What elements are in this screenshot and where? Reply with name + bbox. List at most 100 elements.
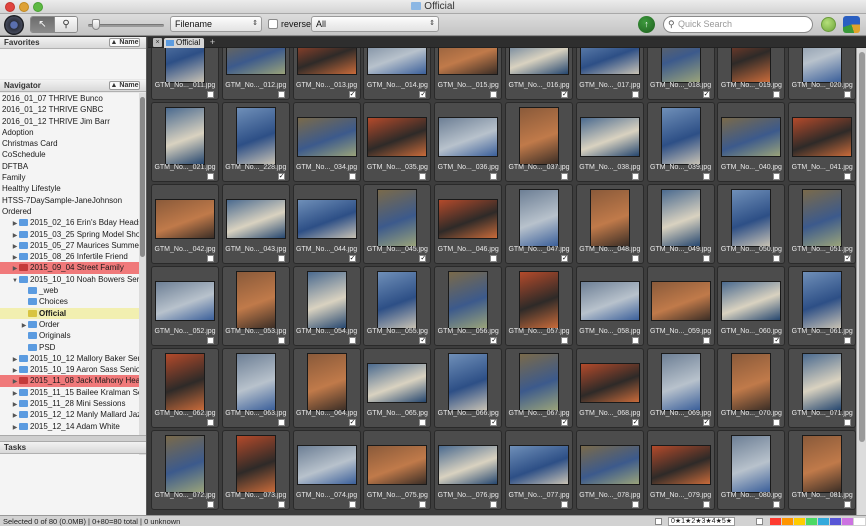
navigator-item[interactable]: 2016_01_12 THRIVE Jim Barr (0, 116, 139, 127)
sort-select[interactable]: Filename ⇕ (170, 16, 262, 32)
photo-thumbnail[interactable] (306, 353, 347, 411)
thumbnail-cell[interactable]: GTM_No..._056.jpg ✓ (434, 266, 503, 346)
photo-thumbnail[interactable] (519, 271, 559, 329)
disclosure-open-icon[interactable]: ▼ (11, 276, 19, 285)
thumbnail-cell[interactable]: GTM_No..._069.jpg ✓ (646, 348, 715, 428)
thumbnail-checkbox[interactable] (490, 501, 498, 508)
photo-thumbnail[interactable] (731, 48, 772, 83)
disclosure-closed-icon[interactable]: ▶ (11, 423, 19, 432)
thumbnail-cell[interactable]: GTM_No..._050.jpg (717, 184, 786, 264)
thumbnail-checkbox[interactable] (419, 501, 427, 508)
navigator-item[interactable]: 2016_01_12 THRIVE GNBC (0, 104, 139, 115)
thumbnail-cell[interactable]: GTM_No..._052.jpg (151, 266, 219, 346)
app-logo-icon[interactable] (4, 15, 24, 35)
thumbnail-cell[interactable]: GTM_No..._049.jpg (646, 184, 715, 264)
reverse-checkbox[interactable] (268, 19, 278, 29)
zoom-window-button[interactable] (33, 2, 43, 12)
thumbnail-checkbox[interactable] (277, 337, 285, 344)
thumbnail-cell[interactable]: GTM_No..._034.jpg (292, 102, 361, 182)
thumbnail-cell[interactable]: GTM_No..._039.jpg (646, 102, 715, 182)
thumbnail-cell[interactable]: GTM_No..._076.jpg (434, 430, 503, 510)
thumbnail-checkbox[interactable] (348, 173, 356, 180)
thumbnail-checkbox[interactable] (773, 91, 781, 98)
disclosure-closed-icon[interactable]: ▶ (11, 366, 19, 375)
thumbnail-checkbox[interactable] (844, 501, 852, 508)
thumbnail-checkbox[interactable] (348, 337, 356, 344)
photo-thumbnail[interactable] (509, 445, 569, 485)
photo-thumbnail[interactable] (438, 117, 499, 157)
thumbnail-cell[interactable]: GTM_No..._040.jpg (717, 102, 786, 182)
photo-thumbnail[interactable] (721, 281, 782, 321)
photo-thumbnail[interactable] (579, 445, 640, 485)
thumbnail-checkbox[interactable] (277, 91, 285, 98)
thumbnail-cell[interactable]: GTM_No..._068.jpg ✓ (575, 348, 644, 428)
thumbnail-cell[interactable]: GTM_No..._058.jpg (575, 266, 644, 346)
photo-thumbnail[interactable] (225, 48, 286, 75)
thumbnail-cell[interactable]: GTM_No..._015.jpg (434, 48, 503, 100)
navigator-item[interactable]: ▶ 2015_11_15 Bailee Kralman Senior (0, 387, 139, 398)
navigator-item[interactable]: Christmas Card (0, 138, 139, 149)
photo-thumbnail[interactable] (660, 107, 701, 165)
thumbnail-cell[interactable]: GTM_No..._066.jpg ✓ (434, 348, 503, 428)
thumbnail-checkbox[interactable] (631, 501, 639, 508)
thumbnail-checkbox[interactable] (773, 173, 781, 180)
thumbnail-checkbox[interactable] (631, 255, 639, 262)
app-launcher-icon[interactable] (843, 16, 860, 33)
disclosure-closed-icon[interactable]: ▶ (11, 242, 19, 251)
thumbnail-cell[interactable]: GTM_No..._021.jpg (151, 102, 219, 182)
disclosure-closed-icon[interactable]: ▶ (11, 400, 19, 409)
thumbnail-checkbox[interactable] (419, 173, 427, 180)
color-label-swatch[interactable] (770, 518, 781, 525)
thumbnail-checkbox[interactable] (207, 501, 214, 508)
thumbnail-checkbox[interactable] (773, 419, 781, 426)
thumbnail-cell[interactable]: GTM_No..._011.jpg (151, 48, 219, 100)
thumbnail-cell[interactable]: GTM_No..._019.jpg (717, 48, 786, 100)
photo-thumbnail[interactable] (519, 353, 559, 411)
thumbnail-cell[interactable]: GTM_No..._046.jpg (434, 184, 503, 264)
photo-thumbnail[interactable] (731, 189, 772, 247)
navigator-item[interactable]: Adoption (0, 127, 139, 138)
thumbnail-checkbox[interactable] (844, 337, 852, 344)
thumbnail-checkbox[interactable]: ✓ (561, 255, 568, 262)
thumbnail-cell[interactable]: GTM_No..._047.jpg ✓ (505, 184, 573, 264)
photo-thumbnail[interactable] (235, 353, 276, 411)
thumbnail-checkbox[interactable] (631, 173, 639, 180)
photo-thumbnail[interactable] (721, 117, 782, 157)
thumbnail-cell[interactable]: GTM_No..._014.jpg ✓ (363, 48, 432, 100)
thumbnail-checkbox[interactable] (207, 91, 214, 98)
thumbnail-checkbox[interactable] (773, 501, 781, 508)
photo-thumbnail[interactable] (579, 363, 640, 403)
thumbnail-checkbox[interactable] (207, 255, 214, 262)
thumbnail-checkbox[interactable]: ✓ (348, 91, 356, 98)
photo-thumbnail[interactable] (792, 117, 853, 157)
navigator-item[interactable]: ▶ 2015_05_27 Maurices Summer M (0, 240, 139, 251)
thumbnail-checkbox[interactable] (844, 91, 852, 98)
thumbnail-checkbox[interactable] (207, 173, 214, 180)
thumbnail-cell[interactable]: GTM_No..._067.jpg ✓ (505, 348, 573, 428)
photo-thumbnail[interactable] (155, 281, 215, 321)
photo-thumbnail[interactable] (731, 435, 772, 493)
thumbnail-checkbox[interactable] (702, 337, 710, 344)
photo-thumbnail[interactable] (448, 353, 489, 411)
thumbnail-checkbox[interactable] (561, 337, 568, 344)
thumbnail-cell[interactable]: GTM_No..._059.jpg (646, 266, 715, 346)
disclosure-closed-icon[interactable]: ▶ (20, 321, 28, 330)
thumbnail-cell[interactable]: GTM_No..._020.jpg (788, 48, 856, 100)
photo-thumbnail[interactable] (438, 199, 499, 239)
photo-thumbnail[interactable] (367, 48, 428, 75)
photo-thumbnail[interactable] (650, 281, 711, 321)
quick-search-input[interactable]: ⚲ Quick Search (663, 16, 813, 33)
photo-thumbnail[interactable] (438, 48, 499, 75)
label-filter-checkbox[interactable] (756, 518, 763, 525)
thumbnail-checkbox[interactable] (207, 337, 214, 344)
photo-thumbnail[interactable] (660, 48, 701, 83)
zoom-tool-button[interactable]: ⚲ (54, 17, 77, 32)
thumbnail-cell[interactable]: GTM_No..._077.jpg (505, 430, 573, 510)
color-label-swatch[interactable] (794, 518, 805, 525)
thumbnail-cell[interactable]: GTM_No..._072.jpg (151, 430, 219, 510)
color-label-swatch[interactable] (818, 518, 829, 525)
photo-thumbnail[interactable] (296, 199, 357, 239)
thumbnail-cell[interactable]: GTM_No..._054.jpg (292, 266, 361, 346)
navigator-item[interactable]: _web (0, 285, 139, 296)
upload-globe-icon[interactable]: ↑ (638, 16, 655, 33)
